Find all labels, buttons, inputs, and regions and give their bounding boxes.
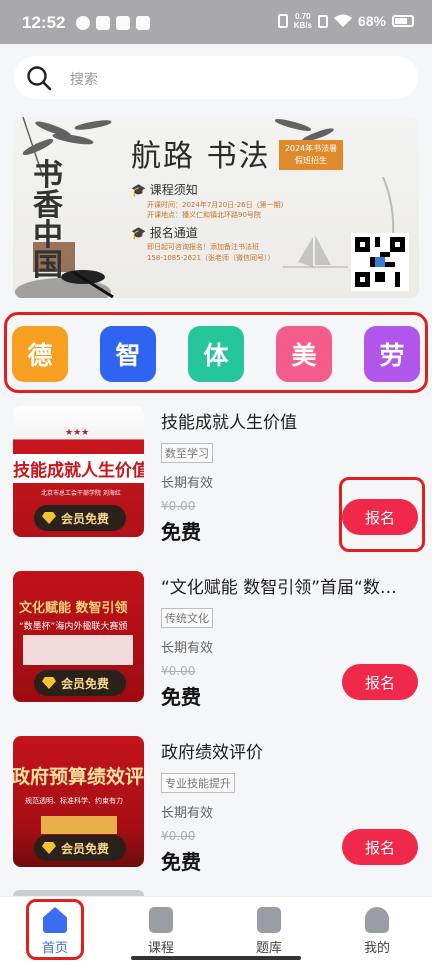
- thumb-document: [23, 635, 133, 665]
- thumb-building: [41, 816, 117, 834]
- search-placeholder: 搜索: [70, 72, 98, 88]
- highlight-box: [339, 477, 425, 552]
- course-item[interactable]: 政府预算绩效评价 规范透明、标准科学、约束有力 会员免费 政府绩效评价 专业技能…: [0, 736, 432, 886]
- notice-line2: 开课地点：播义仁和镇北环路90号院: [147, 211, 261, 219]
- course-tag: 专业技能提升: [161, 773, 235, 793]
- notification-icon: [96, 16, 110, 30]
- highlight-box: [26, 899, 84, 960]
- course-original-price: ¥0.00: [161, 664, 196, 678]
- banner-title: 航路 书法: [131, 139, 271, 174]
- diamond-icon: [42, 677, 56, 689]
- thumb-subtitle: 北京市总工会干部学院 刘海红: [41, 490, 121, 497]
- category-lao[interactable]: 劳: [364, 326, 420, 382]
- notification-icon: [76, 16, 90, 30]
- course-tag: 传统文化: [161, 608, 213, 628]
- mail-icon: [136, 16, 150, 30]
- course-price: 免费: [161, 520, 201, 544]
- course-item[interactable]: 技能成就人生价值 北京市总工会干部学院 刘海红 ★★★ 会员免费 技能成就人生价…: [0, 406, 432, 556]
- mortarboard-icon: 🎓: [131, 183, 146, 197]
- promo-banner[interactable]: 书香中国 航路 书法 2024年书法暑假班招生 🎓 课程须知 开课时间：2024…: [13, 117, 419, 298]
- category-mei[interactable]: 美: [276, 326, 332, 382]
- category-ti[interactable]: 体: [188, 326, 244, 382]
- thumb-title: 政府预算绩效评价: [13, 766, 144, 788]
- status-time: 12:52: [22, 13, 66, 32]
- course-validity: 长期有效: [161, 641, 214, 656]
- course-price: 免费: [161, 850, 201, 874]
- stars-icon: ★★★: [65, 428, 90, 438]
- category-zhi[interactable]: 智: [100, 326, 156, 382]
- status-bar: 12:52 0.70 KB/s 68%: [0, 0, 432, 44]
- gesture-bar: [131, 956, 301, 960]
- signup-line1: 即日起可咨询报名！添加备注书法班: [147, 243, 259, 251]
- search-bar[interactable]: 搜索: [14, 56, 418, 99]
- banner-side-text: 书香中国: [33, 158, 63, 283]
- signup-heading: 🎓 报名通道: [131, 224, 198, 241]
- search-icon: [27, 66, 52, 91]
- enroll-button[interactable]: 报名: [342, 829, 418, 865]
- mortarboard-icon: 🎓: [131, 226, 146, 240]
- course-validity: 长期有效: [161, 806, 214, 821]
- course-validity: 长期有效: [161, 476, 214, 491]
- book-icon: [149, 907, 173, 933]
- member-free-label: 会员免费: [61, 511, 110, 526]
- vibrate-icon: [277, 14, 288, 28]
- member-free-badge: 会员免费: [34, 670, 126, 696]
- course-title: 技能成就人生价值: [161, 413, 297, 433]
- signup-line2: 158-1085-2621（张老师（微信同号））: [147, 254, 275, 262]
- thumb-title: 文化赋能 数智引领: [19, 601, 128, 616]
- member-free-label: 会员免费: [61, 841, 110, 856]
- enroll-button[interactable]: 报名: [342, 664, 418, 700]
- status-right: 0.70 KB/s 68%: [277, 12, 414, 30]
- wifi-icon: [333, 14, 352, 27]
- speed-unit: KB/s: [293, 21, 312, 30]
- sim-icon: [317, 14, 328, 28]
- tab-courses-label: 课程: [147, 941, 174, 956]
- course-price: 免费: [161, 685, 201, 709]
- course-title: 政府绩效评价: [161, 743, 263, 763]
- category-de[interactable]: 德: [12, 326, 68, 382]
- notice-heading-text: 课程须知: [149, 183, 198, 197]
- thumb-subtitle: 规范透明、标准科学、约束有力: [25, 797, 123, 805]
- tab-courses[interactable]: 课程: [121, 907, 201, 956]
- notice-line1: 开课时间：2024年7月20日-26日（第一期）: [147, 201, 288, 209]
- notification-icon: [116, 16, 130, 30]
- speed-value: 0.70: [295, 12, 311, 21]
- tab-profile[interactable]: 我的: [337, 907, 417, 956]
- course-tag: 数至学习: [161, 443, 213, 463]
- network-speed: 0.70 KB/s: [294, 12, 312, 30]
- battery-percent: 68%: [357, 13, 386, 29]
- course-title: “文化赋能 数智引领”首届“数…: [161, 578, 397, 598]
- banner-tag: 2024年书法暑假班招生: [279, 140, 343, 170]
- signup-heading-text: 报名通道: [149, 226, 198, 240]
- member-free-label: 会员免费: [61, 676, 110, 691]
- tab-question-bank-label: 题库: [255, 941, 282, 956]
- question-bank-icon: [257, 907, 281, 933]
- member-free-badge: 会员免费: [34, 835, 126, 861]
- profile-icon: [365, 907, 389, 933]
- tab-question-bank[interactable]: 题库: [229, 907, 309, 956]
- tab-profile-label: 我的: [363, 941, 390, 956]
- diamond-icon: [42, 512, 56, 524]
- member-free-badge: 会员免费: [34, 505, 126, 531]
- course-item[interactable]: 文化赋能 数智引领 “数墨杯”海内外楹联大赛颁 会员免费 “文化赋能 数智引领”…: [0, 571, 432, 721]
- course-original-price: ¥0.00: [161, 499, 196, 513]
- category-row: 德 智 体 美 劳: [4, 312, 428, 393]
- qr-code: [351, 233, 409, 291]
- notice-heading: 🎓 课程须知: [131, 181, 198, 198]
- diamond-icon: [42, 842, 56, 854]
- battery-icon: [392, 15, 414, 27]
- qr-code-icon: [355, 237, 405, 287]
- course-original-price: ¥0.00: [161, 829, 196, 843]
- thumb-title: 技能成就人生价值: [13, 454, 144, 483]
- thumb-subtitle: “数墨杯”海内外楹联大赛颁: [19, 622, 128, 632]
